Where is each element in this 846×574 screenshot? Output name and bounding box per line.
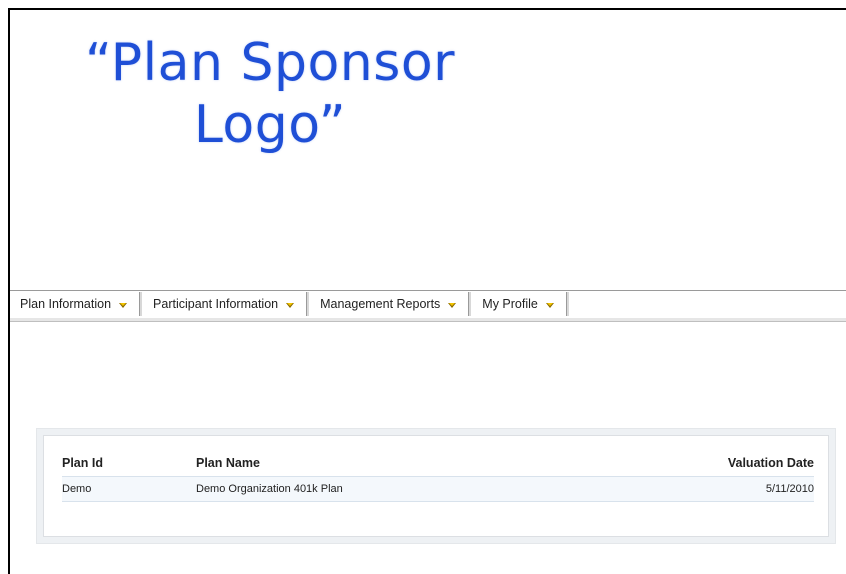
nav-item-label: Plan Information [20, 297, 112, 311]
plans-panel: Plan Id Plan Name Valuation Date Demo De… [36, 428, 836, 544]
logo-line-2: Logo” [193, 95, 347, 155]
main-nav-bar: Plan Information Participant Information… [10, 290, 846, 320]
cell-plan-id[interactable]: Demo [62, 476, 196, 502]
dropdown-caret-icon [448, 302, 457, 308]
nav-item-my-profile[interactable]: My Profile [472, 292, 567, 316]
nav-item-participant-information[interactable]: Participant Information [143, 292, 308, 316]
table-header-row: Plan Id Plan Name Valuation Date [62, 450, 814, 477]
nav-item-management-reports[interactable]: Management Reports [310, 292, 470, 316]
main-nav: Plan Information Participant Information… [10, 291, 846, 319]
nav-item-label: My Profile [482, 297, 538, 311]
table-row[interactable]: Demo Demo Organization 401k Plan 5/11/20… [62, 476, 814, 502]
page-frame: “Plan Sponsor Logo” Plan Information Par… [8, 8, 846, 574]
logo-line-1: “Plan Sponsor [84, 33, 456, 93]
dropdown-caret-icon [545, 302, 554, 308]
cell-plan-name[interactable]: Demo Organization 401k Plan [196, 476, 596, 502]
nav-divider [10, 318, 846, 322]
nav-item-plan-information[interactable]: Plan Information [10, 292, 141, 316]
column-header-valuation-date[interactable]: Valuation Date [596, 450, 814, 477]
plan-sponsor-logo: “Plan Sponsor Logo” [50, 32, 490, 156]
dropdown-caret-icon [286, 302, 295, 308]
plans-panel-body: Plan Id Plan Name Valuation Date Demo De… [43, 435, 829, 537]
dropdown-caret-icon [119, 302, 128, 308]
nav-item-label: Management Reports [320, 297, 441, 311]
plans-table: Plan Id Plan Name Valuation Date Demo De… [62, 450, 814, 502]
column-header-plan-name[interactable]: Plan Name [196, 450, 596, 477]
cell-valuation-date: 5/11/2010 [596, 476, 814, 502]
column-header-plan-id[interactable]: Plan Id [62, 450, 196, 477]
nav-item-label: Participant Information [153, 297, 279, 311]
